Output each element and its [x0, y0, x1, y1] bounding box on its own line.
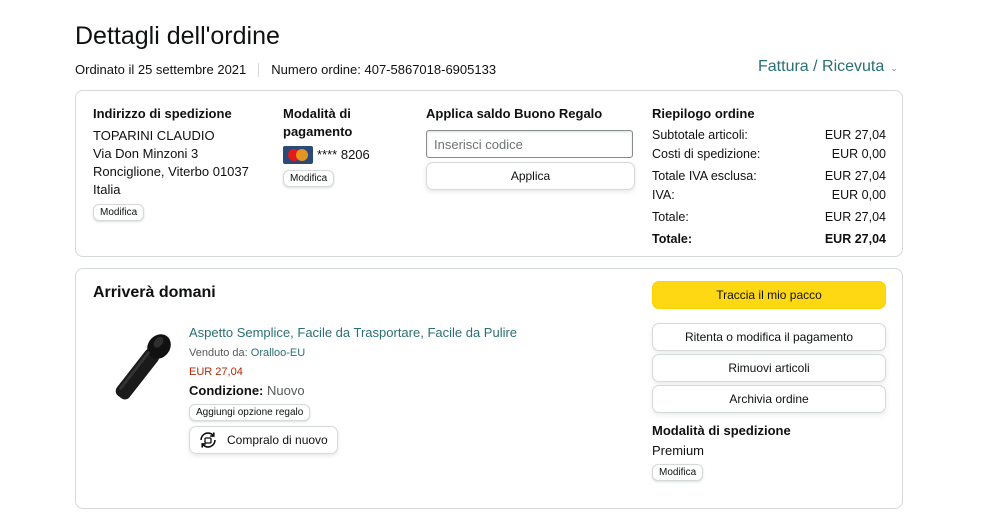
add-gift-option-button[interactable]: Aggiungi opzione regalo — [189, 404, 311, 421]
shipment-panel: Arriverà domani Aspetto Semplice, Facile… — [75, 268, 903, 509]
gift-card-section: Applica saldo Buono Regalo Applica — [426, 105, 636, 190]
order-meta: Ordinato il 25 settembre 2021 Numero ord… — [75, 62, 496, 77]
delivery-status: Arriverà domani — [93, 284, 216, 301]
summary-row: Costi di spedizione: EUR 0,00 — [652, 145, 886, 164]
shipping-address-section: Indirizzo di spedizione TOPARINI CLAUDIO… — [93, 105, 268, 221]
mastercard-icon — [283, 146, 313, 164]
product-image[interactable] — [108, 327, 178, 407]
summary-value: EUR 27,04 — [824, 128, 886, 142]
invoice-dropdown[interactable]: Fattura / Ricevuta ⌄ — [758, 58, 898, 76]
summary-total-value: EUR 27,04 — [824, 232, 886, 246]
address-city: Ronciglione, Viterbo 01037 — [93, 164, 249, 179]
summary-row: Totale IVA esclusa: EUR 27,04 — [652, 167, 886, 186]
summary-value: EUR 0,00 — [831, 188, 886, 202]
address-name: TOPARINI CLAUDIO — [93, 128, 215, 143]
item-title-link[interactable]: Aspetto Semplice, Facile da Trasportare,… — [189, 324, 549, 341]
edit-payment-button[interactable]: Modifica — [283, 170, 335, 187]
card-digits: **** 8206 — [317, 147, 370, 162]
edit-shipping-method-button[interactable]: Modifica — [652, 464, 704, 481]
chevron-down-icon: ⌄ — [890, 62, 898, 73]
summary-row: IVA: EUR 0,00 — [652, 186, 886, 205]
summary-value: EUR 27,04 — [824, 210, 886, 224]
sold-by: Venduto da: Oralloo-EU — [189, 345, 549, 361]
sold-by-label: Venduto da: — [189, 347, 248, 359]
summary-label: Subtotale articoli: — [652, 128, 748, 142]
meta-divider — [258, 62, 260, 77]
payment-title-line1: Modalità di — [283, 106, 351, 121]
address-country: Italia — [93, 182, 121, 197]
gift-card-title: Applica saldo Buono Regalo — [426, 106, 603, 121]
order-number: Numero ordine: 407-5867018-6905133 — [271, 62, 497, 77]
remove-items-button[interactable]: Rimuovi articoli — [652, 354, 886, 382]
item-condition: Condizione: Nuovo — [189, 382, 549, 399]
summary-row: Totale: EUR 27,04 — [652, 208, 886, 227]
buy-again-label: Compralo di nuovo — [227, 433, 328, 447]
archive-order-button[interactable]: Archivia ordine — [652, 385, 886, 413]
invoice-label: Fattura / Ricevuta — [758, 58, 885, 75]
card-row: **** 8206 — [283, 146, 403, 164]
shipping-method-value: Premium — [652, 443, 705, 458]
shipping-address-title: Indirizzo di spedizione — [93, 106, 232, 121]
summary-label: Totale IVA esclusa: — [652, 169, 757, 183]
apply-button[interactable]: Applica — [426, 162, 635, 190]
payment-section: Modalità di pagamento **** 8206 Modifica — [283, 105, 403, 187]
order-summary-section: Riepilogo ordine Subtotale articoli: EUR… — [652, 105, 886, 249]
summary-total-label: Totale: — [652, 232, 693, 246]
summary-title: Riepilogo ordine — [652, 106, 755, 121]
condition-value: Nuovo — [267, 383, 305, 398]
summary-row: Subtotale articoli: EUR 27,04 — [652, 126, 886, 145]
order-info-panel: Indirizzo di spedizione TOPARINI CLAUDIO… — [75, 90, 903, 257]
summary-value: EUR 27,04 — [824, 169, 886, 183]
item-details: Aspetto Semplice, Facile da Trasportare,… — [189, 324, 549, 454]
retry-payment-button[interactable]: Ritenta o modifica il pagamento — [652, 323, 886, 351]
condition-label: Condizione: — [189, 383, 264, 398]
track-package-button[interactable]: Traccia il mio pacco — [652, 281, 886, 309]
payment-title-line2: pagamento — [283, 124, 353, 139]
shipping-method-title: Modalità di spedizione — [652, 423, 791, 438]
summary-label: Costi di spedizione: — [652, 147, 761, 161]
order-date: Ordinato il 25 settembre 2021 — [75, 62, 247, 77]
seller-link[interactable]: Oralloo-EU — [251, 347, 305, 359]
page-title: Dettagli dell'ordine — [75, 22, 280, 50]
edit-address-button[interactable]: Modifica — [93, 204, 145, 221]
address-street: Via Don Minzoni 3 — [93, 146, 199, 161]
summary-value: EUR 0,00 — [831, 147, 886, 161]
summary-label: Totale: — [652, 210, 689, 224]
gift-code-input[interactable] — [426, 130, 633, 158]
buy-again-icon — [200, 432, 216, 448]
buy-again-button[interactable]: Compralo di nuovo — [189, 426, 338, 454]
summary-label: IVA: — [652, 188, 675, 202]
summary-total-row: Totale: EUR 27,04 — [652, 230, 886, 249]
shipment-actions: Traccia il mio pacco Ritenta o modifica … — [652, 281, 886, 481]
item-price: EUR 27,04 — [189, 366, 243, 378]
